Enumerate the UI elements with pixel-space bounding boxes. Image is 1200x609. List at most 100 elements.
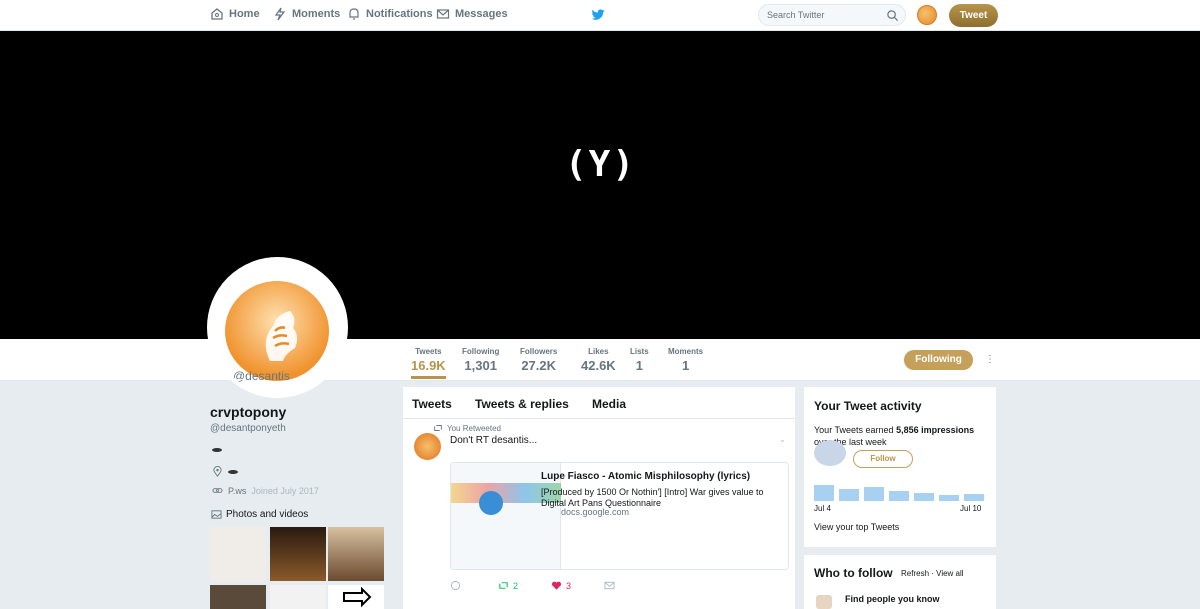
who-to-follow-panel: Who to follow Refresh · View all Find pe…	[804, 555, 996, 609]
activity-desc-prefix: Your Tweets earned	[814, 425, 897, 435]
avatar-image	[225, 281, 329, 381]
stat-following[interactable]: Following 1,301	[462, 347, 499, 373]
stat-label: Tweets	[415, 347, 442, 356]
nav-moments-label: Moments	[292, 8, 341, 20]
like-action[interactable]: 3	[551, 580, 571, 591]
stat-value: 27.2K	[521, 358, 557, 373]
profile-website[interactable]: P.ws Joined July 2017	[212, 485, 319, 496]
tab-tweets[interactable]: Tweets	[412, 397, 452, 411]
retweet-count: 2	[513, 580, 519, 591]
twitter-bird-icon[interactable]	[591, 8, 605, 22]
impressions-chart	[814, 485, 984, 501]
chart-bar	[839, 489, 859, 501]
tweet-actions: 2 3	[450, 580, 648, 591]
nav-notifications[interactable]: Notifications	[347, 7, 433, 21]
stat-followers[interactable]: Followers 27.2K	[520, 347, 557, 373]
timeline: Tweets Tweets & replies Media You Retwee…	[403, 387, 795, 609]
stat-value: 1	[681, 358, 690, 373]
card-image-dot	[479, 491, 503, 515]
arrow-right-icon	[343, 586, 372, 608]
activity-title: Your Tweet activity	[814, 399, 922, 413]
following-button[interactable]: Following	[904, 350, 973, 370]
search-icon[interactable]	[886, 9, 899, 22]
chart-bar	[889, 491, 909, 501]
follow-button[interactable]: Follow	[853, 450, 913, 468]
stat-likes[interactable]: Likes 42.6K	[581, 347, 616, 373]
stat-label: Followers	[520, 347, 558, 356]
card-description: [Produced by 1500 Or Nothin'] [Intro] Wa…	[541, 487, 764, 508]
banner-text: (Y)	[565, 144, 637, 185]
stat-moments[interactable]: Moments 1	[668, 347, 703, 373]
stat-label: Following	[462, 347, 500, 356]
profile-avatar[interactable]: @desantis	[207, 257, 348, 398]
lightning-icon	[274, 7, 286, 21]
tweet-text: Don't RT desantis...	[450, 435, 538, 446]
horse-logo-icon	[265, 311, 298, 361]
photo-thumbnail[interactable]	[270, 527, 326, 581]
profile-name: crvptopony	[210, 404, 287, 420]
avatar-handle: @desantis	[233, 369, 290, 383]
stat-value: 42.6K	[581, 358, 616, 373]
photo-thumbnail[interactable]	[328, 527, 384, 581]
view-top-tweets-link[interactable]: View your top Tweets	[814, 522, 899, 532]
search-placeholder: Search Twitter	[767, 10, 825, 20]
card-title: Lupe Fiasco - Atomic Misphilosophy (lyri…	[541, 471, 751, 482]
image-icon	[211, 510, 222, 519]
stat-tweets[interactable]: Tweets 16.9K	[411, 347, 446, 379]
stat-label: Likes	[588, 347, 609, 356]
impressions-count: 5,856 impressions	[896, 425, 975, 435]
link-card[interactable]: Lupe Fiasco - Atomic Misphilosophy (lyri…	[450, 462, 789, 570]
envelope-icon	[604, 581, 615, 590]
nav-messages-label: Messages	[455, 8, 508, 20]
retweet-icon	[434, 425, 442, 431]
chart-bar	[914, 493, 934, 501]
like-count: 3	[566, 580, 572, 591]
photo-thumbnail[interactable]	[328, 585, 384, 609]
location-pin-icon	[213, 466, 222, 477]
user-avatar-menu[interactable]	[917, 5, 937, 25]
retweeted-label: You Retweeted	[447, 423, 501, 433]
search-input[interactable]: Search Twitter	[758, 4, 906, 26]
retweet-action[interactable]: 2	[498, 580, 518, 591]
who-to-follow-title: Who to follow	[814, 566, 893, 580]
nav-home[interactable]: Home	[210, 7, 260, 21]
nav-moments[interactable]: Moments	[273, 7, 340, 21]
chart-bar	[939, 495, 959, 501]
chart-bar	[964, 494, 984, 501]
dm-action[interactable]	[604, 580, 615, 591]
tweet-author-avatar[interactable]	[414, 433, 441, 460]
reply-action[interactable]	[450, 580, 465, 591]
profile-bio	[212, 448, 222, 452]
compose-tweet-button[interactable]: Tweet	[949, 4, 998, 27]
suggested-user-avatar[interactable]	[814, 440, 846, 466]
stat-value: 16.9K	[411, 358, 446, 373]
bell-icon	[349, 8, 359, 20]
chevron-down-icon[interactable]: ⌄	[779, 435, 786, 444]
website-link[interactable]: P.ws	[228, 486, 246, 496]
stat-lists[interactable]: Lists 1	[630, 347, 649, 373]
bio-emoji	[212, 448, 222, 452]
profile-handle[interactable]: @desantponyeth	[210, 423, 286, 434]
chart-date-start: Jul 4	[814, 504, 831, 513]
more-options-icon[interactable]: ⋮	[985, 354, 995, 365]
view-all-link[interactable]: View all	[936, 569, 963, 578]
find-people-link[interactable]: Find people you know	[845, 594, 940, 604]
nav-home-label: Home	[229, 8, 260, 20]
photo-thumbnail[interactable]	[210, 527, 266, 581]
tab-media[interactable]: Media	[592, 397, 626, 411]
location-emoji	[228, 469, 238, 474]
timeline-tabs: Tweets Tweets & replies Media	[403, 387, 795, 419]
profile-location	[212, 466, 238, 477]
tab-tweets-replies[interactable]: Tweets & replies	[475, 397, 569, 411]
nav-messages[interactable]: Messages	[436, 7, 508, 21]
retweet-context: You Retweeted	[433, 423, 501, 433]
link-icon	[212, 488, 223, 493]
refresh-link[interactable]: Refresh	[901, 569, 929, 578]
heart-icon	[551, 581, 562, 590]
photo-thumbnail[interactable]	[210, 585, 266, 609]
chart-bar	[864, 487, 884, 501]
who-to-follow-links: Refresh · View all	[901, 569, 964, 578]
photos-videos-header[interactable]: Photos and videos	[211, 509, 308, 520]
photo-thumbnail[interactable]	[270, 585, 326, 609]
top-navigation: Home Moments Notifications Messages Sear…	[0, 0, 1200, 31]
